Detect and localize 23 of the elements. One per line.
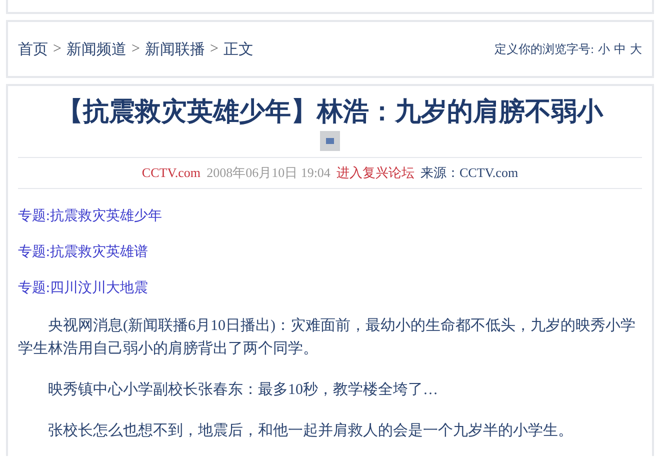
breadcrumb-separator: > [210,40,218,58]
article-paragraph: 张校长怎么也想不到，地震后，和他一起并肩救人的会是一个九岁半的小学生。 [47,421,574,441]
topic-link[interactable]: 专题:抗震救灾英雄少年 [18,207,162,225]
article-title: 【抗震救灾英雄少年】林浩：九岁的肩膀不弱小 [56,96,604,128]
font-size-link[interactable]: 中 [614,40,626,58]
topic-link[interactable]: 专题:抗震救灾英雄谱 [18,243,148,261]
forum-link[interactable]: 进入复兴论坛 [336,164,414,182]
article-paragraph: 映秀镇中心小学副校长张春东：最多10秒，教学楼全垮了… [47,380,439,400]
site-link[interactable]: CCTV.com [142,165,201,181]
source-text: 来源：CCTV.com [420,164,518,182]
font-size-link[interactable]: 大 [630,40,642,58]
breadcrumb-separator: > [53,40,62,58]
breadcrumb-link[interactable]: 正文 [223,40,254,58]
breadcrumb-link[interactable]: 新闻联播 [144,40,205,58]
font-size-label: 定义你的浏览字号: [494,40,594,58]
font-size-link[interactable]: 小 [598,40,610,58]
article-paragraph: 央视网消息(新闻联播6月10日播出)：灾难面前，最幼小的生命都不低头，九岁的映秀小学学生林浩用自己弱小的肩膀背出了两个同学。 [18,316,636,359]
topic-link[interactable]: 专题:四川汶川大地震 [18,279,148,297]
publish-date: 2008年06月10日 19:04 [206,164,330,182]
breadcrumb-link[interactable]: 首页 [18,40,48,58]
breadcrumb-separator: > [131,40,140,58]
image-icon [320,131,340,151]
breadcrumb-link[interactable]: 新闻频道 [66,40,126,58]
